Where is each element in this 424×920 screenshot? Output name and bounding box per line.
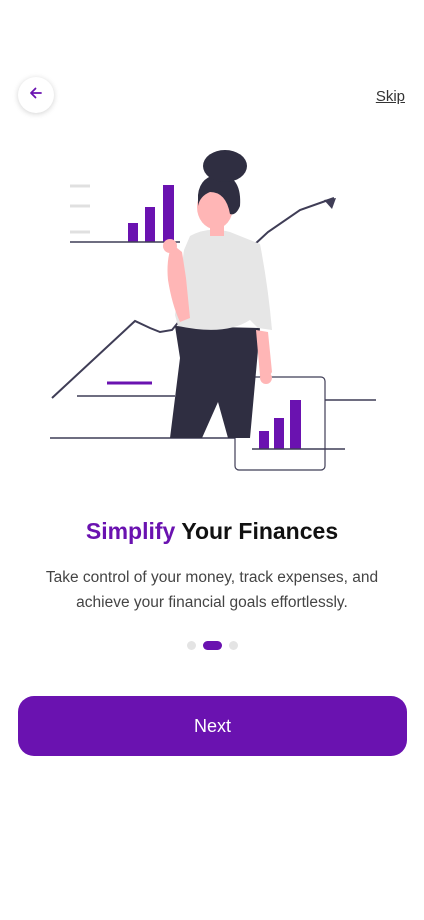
pagination-dot-active[interactable] [202, 641, 222, 650]
next-button[interactable]: Next [18, 696, 407, 756]
page-subtitle: Take control of your money, track expens… [45, 569, 379, 611]
bar-chart-card-left [70, 184, 180, 243]
pagination-dot[interactable] [228, 641, 238, 650]
back-button[interactable] [18, 77, 54, 113]
finance-growth-illustration [40, 140, 384, 480]
arrow-left-icon [28, 85, 44, 106]
title-accent: Simplify [85, 518, 176, 544]
title-rest: Your Finances [181, 518, 339, 544]
pagination-dot[interactable] [186, 641, 196, 650]
pagination-dots [0, 641, 424, 650]
page-title: Simplify Your Finances [0, 518, 424, 545]
skip-link[interactable]: Skip [376, 88, 405, 105]
